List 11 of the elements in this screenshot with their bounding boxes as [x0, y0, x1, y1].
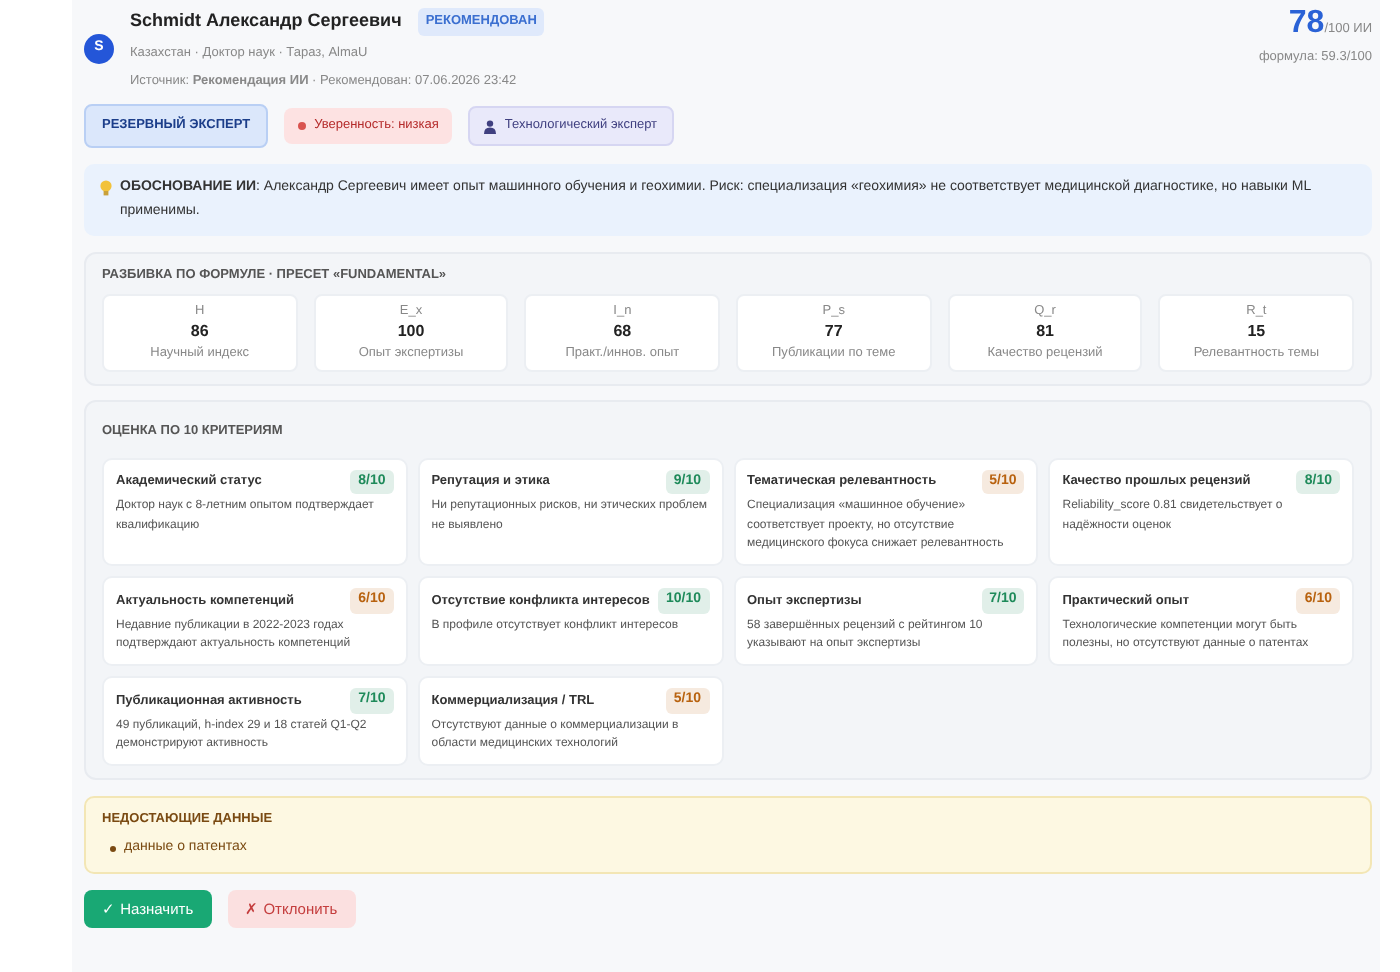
lightbulb-icon [100, 180, 112, 196]
metric-value: 100 [395, 320, 427, 345]
metric-value: 77 [822, 320, 845, 345]
metric-value: 81 [1034, 320, 1056, 345]
bullet-icon [110, 845, 116, 852]
ai-score: 78 [1288, 8, 1325, 40]
metric-value: 15 [1245, 320, 1268, 345]
person-icon [484, 119, 497, 134]
metric-value: 86 [188, 320, 211, 345]
expert-name: Schmidt Александр Сергеевич [130, 8, 402, 35]
metric-value: 68 [611, 320, 634, 345]
